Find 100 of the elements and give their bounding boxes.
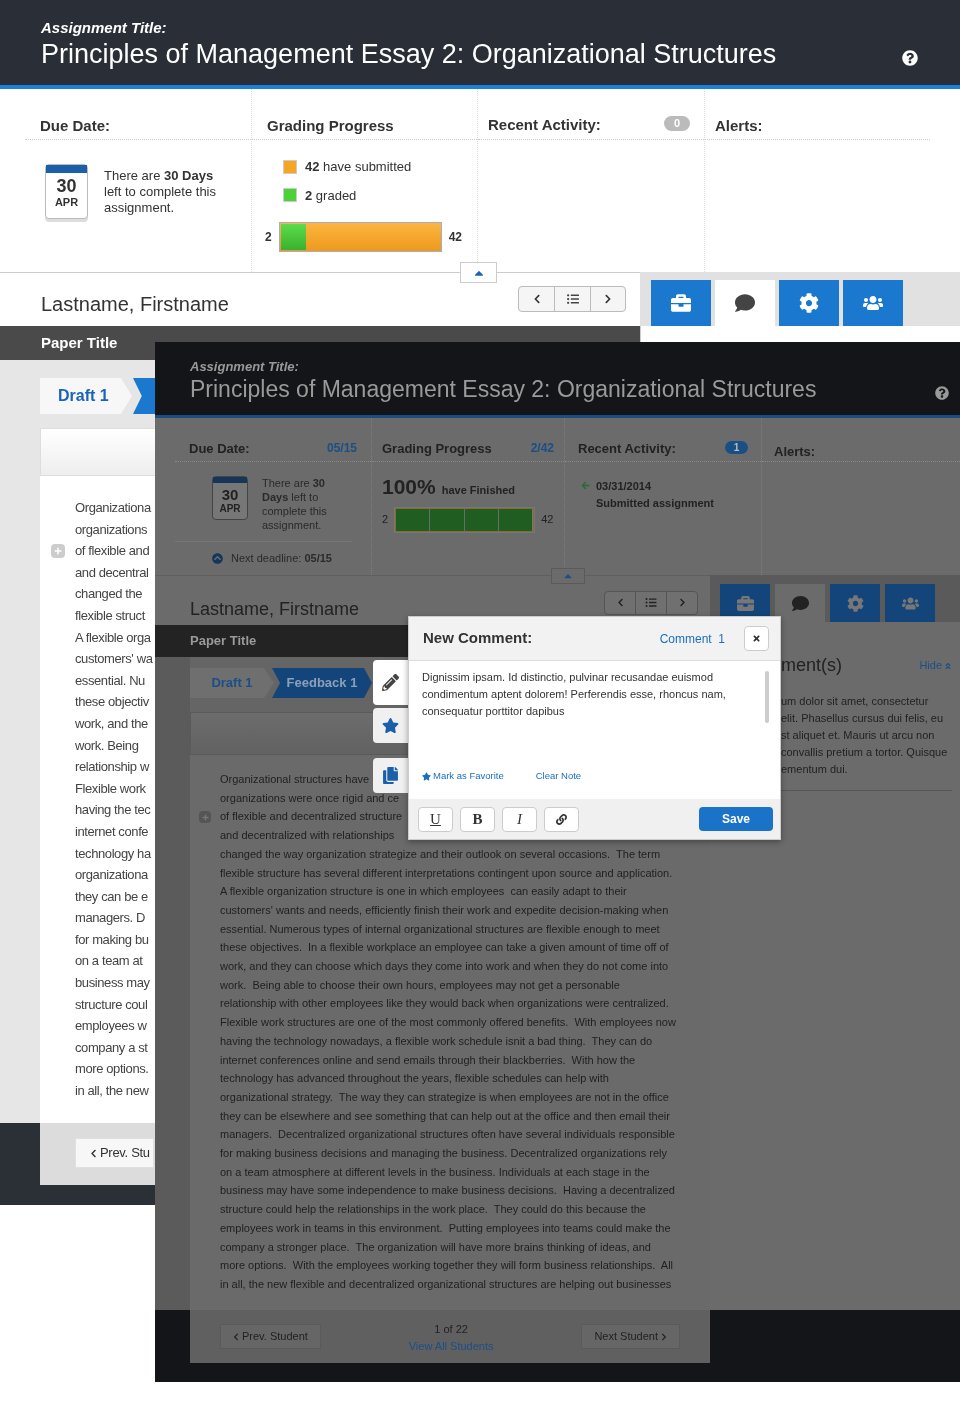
chat-bubble-icon [735,293,755,313]
essay-line: they can be elsewhere and see something that can help out at the office and then email their [220,1108,670,1124]
tool-button[interactable] [373,758,408,793]
count-badge: 0 [664,116,690,131]
draft-tab[interactable] [133,378,155,414]
format-button[interactable] [544,806,579,832]
panel-heading: Alerts: [774,444,816,459]
format-button[interactable]: I [502,806,537,832]
briefcase-icon [671,293,691,313]
draft-tab[interactable]: Draft 1 [40,378,132,414]
comment-line: ementum dui. [781,762,848,777]
calendar-day: 30 [221,487,239,502]
calendar-header-band [213,477,247,483]
comments-heading: ment(s) [781,654,842,677]
previous-student-button[interactable]: Prev. Student [220,1324,321,1349]
draft-tab[interactable]: Feedback 1 [272,668,372,698]
essay-line: Flexible work [75,779,146,798]
essay-line: more options. With the employees working together they will form business relationships. All [220,1258,674,1274]
percent-value: 100% [382,476,436,497]
essay-line: organizationa [75,866,148,885]
arrow-left-icon [581,481,590,490]
assignment-title: Principles of Management Essay 2: Organizational Structures [41,37,777,71]
chevron-right-icon [661,1332,667,1341]
essay-line: A flexible orga [75,628,151,647]
close-button[interactable] [744,626,769,651]
essay-line: of flexible and decentralized structure [220,809,403,825]
panel-heading: Recent Activity: [488,115,601,135]
essay-line: business may have some independence to make business decisions. Having a decentralized [220,1183,675,1199]
bar-max-label: 42 [448,229,463,246]
previous-student-button[interactable]: Prev. Stu [75,1138,154,1168]
essay-line: organizations [75,520,148,539]
essay-line: business may [75,974,150,993]
essay-line: work, and the [75,714,148,733]
percent-label: have Finished [441,483,516,498]
comment-counter: Comment 1 [659,630,725,648]
dialog-title: New Comment: [423,628,534,649]
bar-min-label: 2 [382,512,389,528]
help-icon[interactable] [902,50,918,66]
tool-button[interactable] [373,660,408,705]
save-button[interactable]: Save [699,807,773,831]
calendar-header-band [46,165,87,173]
graded-count: 2/42 [530,440,554,457]
essay-line: these objectives. In a flexible workplace an employee can take a given amount of time off of [220,940,669,956]
panel-heading: Grading Progress [382,440,492,458]
assignment-label: Assignment Title: [41,19,167,38]
student-position: 1 of 22 [434,1322,468,1337]
essay-line: for making business decisions and managing the business. Decentralized organizations rely [220,1146,667,1162]
side-tab[interactable] [843,280,903,326]
side-tab[interactable] [715,280,775,326]
clear-note-link[interactable]: Clear Note [535,769,582,784]
side-tab[interactable] [779,280,839,326]
essay-line: in all, the new flexible and decentralized organizational structures are helping out businesses [220,1277,672,1292]
student-name: Lastname, Firstname [41,291,229,317]
comment-line: convallis pretium a tortor. Quisque [781,745,948,760]
assignment-title: Principles of Management Essay 2: Organizational Structures [190,375,817,404]
panel-heading: Recent Activity: [578,440,676,458]
assignment-label: Assignment Title: [190,359,299,376]
pencil-icon [382,674,399,691]
essay-line: A flexible organization structure is one in which employees can easily adapt to their [220,884,627,900]
essay-line: technology has advanced throughout the years, flexible schedules can help with [220,1071,609,1087]
users-icon [863,293,883,313]
essay-line: managers. D [75,909,146,928]
star-icon [422,771,431,781]
help-icon[interactable] [935,386,949,400]
side-tab[interactable] [651,280,711,326]
essay-line: structure coul [75,995,148,1014]
essay-line: flexible structure has several different interpretations contingent upon source and application. [220,865,673,881]
essay-line: managers. Decentralized organizational structures often have several individuals responsible [220,1127,675,1143]
essay-line: having the tec [75,801,151,820]
comment-line: st aliquet et. Mauris ut arcu non [781,728,935,743]
chevron-left-icon [90,1148,97,1158]
essay-line: flexible struct [75,606,145,625]
chevron-up-icon[interactable] [212,552,223,564]
legend-label: 42 have submitted [305,158,412,176]
essay-line: internet conferences online and send emails through their blackberries. With how the [220,1052,636,1068]
format-button[interactable]: U [418,806,453,832]
essay-line: and decentral [75,563,149,582]
paper-title: Paper Title [190,632,257,651]
legend-label: 2 graded [305,186,357,205]
essay-line: for making bu [75,930,149,949]
panel-heading: Alerts: [715,117,763,134]
essay-line: relationship w [75,758,149,777]
copy-icon [382,767,399,784]
format-button[interactable]: B [460,806,495,832]
student-name: Lastname, Firstname [190,598,360,621]
mark-favorite-link[interactable]: Mark as Favorite [422,769,504,784]
gear-icon [846,594,864,612]
chat-bubble-icon [791,594,809,612]
panel-heading: Due Date: [40,117,110,134]
essay-line: company a st [75,1038,148,1057]
next-deadline: Next deadline: 05/15 [231,551,332,566]
due-date: 05/15 [326,440,357,457]
comment-text-field[interactable]: Dignissim ipsam. Id distinctio, pulvinar recusandae euismod condimentum aptent dolorem! Perferendis esse, rhoncus nam, consequatur porttitor dapibus [422,669,755,769]
calendar-month: APR [54,197,79,208]
essay-line: internet confe [75,822,149,841]
essay-line: work. Being able to choose their own hours, employees may not get a personable [220,977,620,993]
next-student-button[interactable]: Next Student [581,1324,680,1349]
essay-line: and decentralized with relationships [220,828,395,844]
tool-button[interactable] [373,708,408,743]
bar-max-label: 42 [541,512,554,528]
